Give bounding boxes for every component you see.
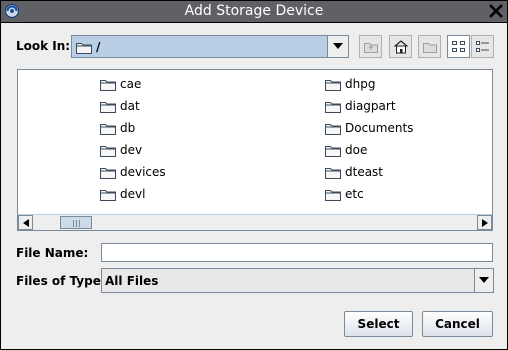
list-item[interactable]: dev xyxy=(100,141,142,159)
file-name-text: dteast xyxy=(345,165,384,179)
list-item[interactable]: dat xyxy=(100,97,140,115)
list-item[interactable]: dhpg xyxy=(325,75,375,93)
chevron-down-icon[interactable] xyxy=(327,36,348,57)
folder-icon xyxy=(325,189,341,201)
folder-icon xyxy=(100,167,116,179)
list-item[interactable]: etc xyxy=(325,185,364,203)
file-name-text: cae xyxy=(120,77,142,91)
new-folder-button[interactable] xyxy=(418,35,441,58)
folder-icon xyxy=(100,79,116,91)
file-name-text: devl xyxy=(120,187,146,201)
scroll-right-button[interactable] xyxy=(477,215,492,230)
file-name-text: Documents xyxy=(345,121,414,135)
scroll-left-icon xyxy=(23,219,29,227)
file-name-text: etc xyxy=(345,187,364,201)
close-icon[interactable] xyxy=(487,2,504,20)
look-in-dropdown[interactable]: / xyxy=(71,35,349,58)
files-of-type-dropdown[interactable]: All Files xyxy=(101,268,494,293)
look-in-value: / xyxy=(96,40,101,54)
folder-icon xyxy=(100,123,116,135)
home-button[interactable] xyxy=(389,35,412,58)
chevron-down-icon[interactable] xyxy=(474,269,493,292)
files-of-type-value: All Files xyxy=(105,274,159,288)
scroll-right-icon xyxy=(482,219,488,227)
list-item[interactable]: db xyxy=(100,119,135,137)
home-icon xyxy=(394,40,408,54)
list-item[interactable]: devices xyxy=(100,163,166,181)
up-one-level-icon xyxy=(364,43,378,53)
file-name-text: db xyxy=(120,121,136,135)
file-name-text: dat xyxy=(120,99,140,113)
details-view-icon xyxy=(476,41,489,52)
look-in-label: Look In: xyxy=(16,39,71,53)
file-name-field[interactable] xyxy=(102,244,492,261)
file-list[interactable]: cae dat db dev devices devl dhpg diagpart Docum… xyxy=(17,69,493,231)
scroll-left-button[interactable] xyxy=(18,215,33,230)
details-view-button[interactable] xyxy=(471,35,494,58)
up-folder-button[interactable] xyxy=(359,35,382,58)
folder-icon xyxy=(325,123,341,135)
list-item[interactable]: doe xyxy=(325,141,367,159)
add-storage-device-dialog: Add Storage Device Look In: / cae dat db… xyxy=(0,0,508,350)
file-name-text: dhpg xyxy=(345,77,376,91)
file-name-label: File Name: xyxy=(16,246,89,260)
horizontal-scrollbar[interactable] xyxy=(18,214,492,230)
list-view-button[interactable] xyxy=(447,35,470,58)
folder-icon xyxy=(100,101,116,113)
list-item[interactable]: devl xyxy=(100,185,145,203)
list-view-icon xyxy=(452,41,465,52)
folder-icon xyxy=(325,167,341,179)
file-name-text: devices xyxy=(120,165,166,179)
file-name-text: doe xyxy=(345,143,368,157)
cancel-button[interactable]: Cancel xyxy=(422,311,493,337)
window-title: Add Storage Device xyxy=(184,3,324,19)
select-button[interactable]: Select xyxy=(344,311,413,337)
files-of-type-label: Files of Type: xyxy=(16,274,106,288)
folder-icon xyxy=(325,145,341,157)
list-item[interactable]: Documents xyxy=(325,119,413,137)
title-bar[interactable]: Add Storage Device xyxy=(1,1,507,23)
file-name-text: diagpart xyxy=(345,99,396,113)
list-item[interactable]: dteast xyxy=(325,163,383,181)
folder-icon xyxy=(76,41,92,57)
folder-icon xyxy=(100,145,116,157)
list-item[interactable]: cae xyxy=(100,75,141,93)
list-item[interactable]: diagpart xyxy=(325,97,396,115)
file-name-text: dev xyxy=(120,143,143,157)
file-name-input[interactable] xyxy=(101,243,493,262)
new-folder-icon xyxy=(423,43,437,53)
scroll-thumb[interactable] xyxy=(60,216,92,229)
folder-icon xyxy=(100,189,116,201)
folder-icon xyxy=(325,101,341,113)
folder-icon xyxy=(325,79,341,91)
